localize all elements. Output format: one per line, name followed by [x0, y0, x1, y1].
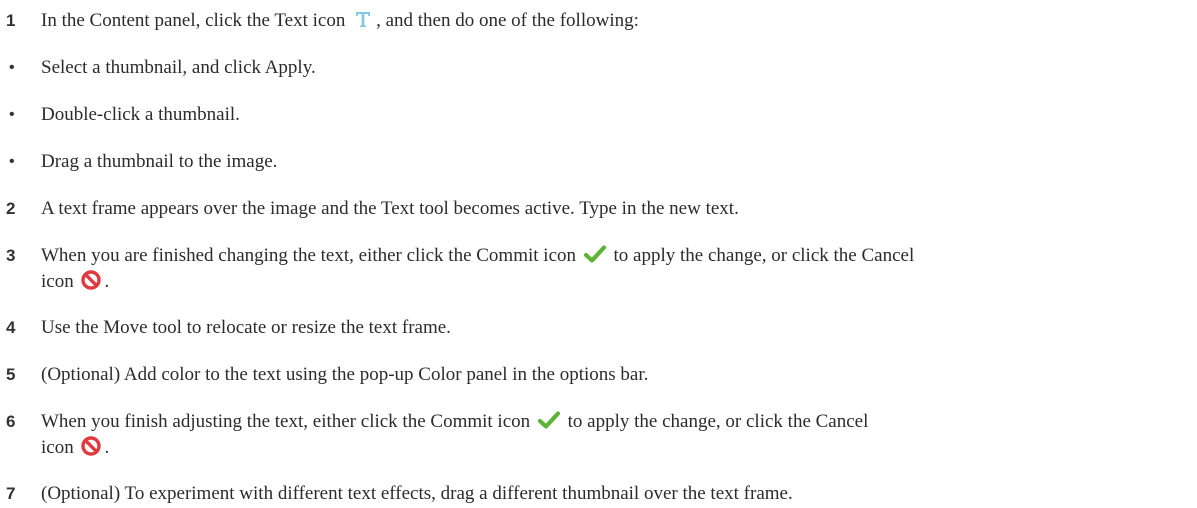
step-3: 3 When you are finished changing the tex…	[0, 243, 1170, 295]
step-7: 7 (Optional) To experiment with differen…	[0, 481, 1170, 507]
step-2: 2 A text frame appears over the image an…	[0, 196, 1170, 222]
commit-icon	[537, 410, 560, 430]
step-text: When you are finished changing the text,…	[41, 244, 915, 292]
bullet-text: Double-click a thumbnail.	[41, 104, 240, 125]
bullet-item: • Drag a thumbnail to the image.	[0, 149, 1170, 175]
bullet-marker: •	[9, 153, 15, 170]
bullet-item: • Select a thumbnail, and click Apply.	[0, 55, 1170, 81]
cancel-icon	[81, 436, 102, 456]
step-number: 6	[6, 412, 16, 431]
text-icon	[353, 9, 373, 29]
step-number: 7	[6, 484, 16, 503]
step-4: 4 Use the Move tool to relocate or resiz…	[0, 315, 1170, 341]
step-5: 5 (Optional) Add color to the text using…	[0, 362, 1170, 388]
step-text: When you finish adjusting the text, eith…	[41, 410, 869, 458]
step-text: (Optional) To experiment with different …	[41, 483, 793, 504]
step-text: Use the Move tool to relocate or resize …	[41, 317, 451, 338]
step-1: 1 In the Content panel, click the Text i…	[0, 8, 1170, 34]
step-number: 5	[6, 365, 16, 384]
bullet-text: Drag a thumbnail to the image.	[41, 151, 278, 172]
bullet-text: Select a thumbnail, and click Apply.	[41, 57, 316, 78]
bullet-item: • Double-click a thumbnail.	[0, 102, 1170, 128]
document-page: 1 In the Content panel, click the Text i…	[0, 0, 1197, 508]
step-text: A text frame appears over the image and …	[41, 198, 739, 219]
cancel-icon	[81, 270, 102, 290]
step-number: 3	[6, 246, 16, 265]
step-6: 6 When you finish adjusting the text, ei…	[0, 409, 1170, 461]
bullet-marker: •	[9, 59, 15, 76]
step-text: (Optional) Add color to the text using t…	[41, 364, 649, 385]
step-number: 2	[6, 199, 16, 218]
step-number: 4	[6, 318, 16, 337]
step-text: In the Content panel, click the Text ico…	[41, 9, 639, 31]
step-number: 1	[6, 11, 16, 30]
commit-icon	[583, 244, 606, 264]
bullet-marker: •	[9, 106, 15, 123]
